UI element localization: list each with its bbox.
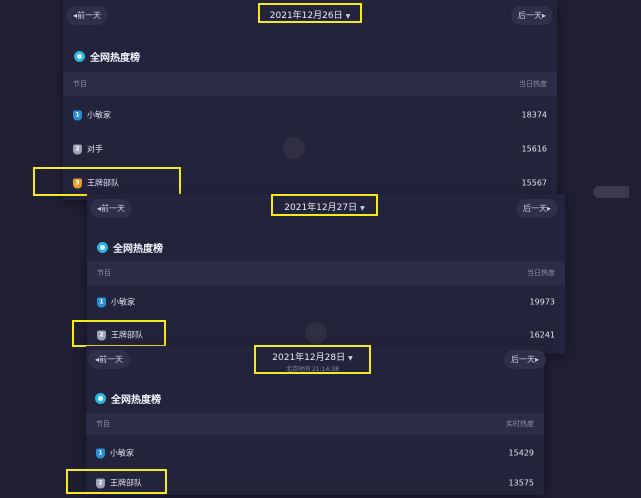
- ranking-title: 全网热度榜: [95, 391, 161, 406]
- highlight-frame: [33, 167, 181, 196]
- heat-value: 15567: [521, 178, 547, 188]
- heat-value: 15429: [508, 448, 534, 458]
- column-header-program: 节目: [96, 420, 110, 428]
- prev-day-button[interactable]: ◂前一天: [88, 350, 131, 369]
- highlight-frame: [72, 320, 166, 347]
- watermark-logo-icon: [283, 137, 305, 159]
- prev-day-button[interactable]: ◂前一天: [66, 6, 109, 25]
- highlight-frame: [66, 469, 167, 494]
- next-day-button[interactable]: 后一天▸: [511, 6, 554, 25]
- caret-down-icon: ▼: [348, 355, 353, 362]
- table-header: 节目 当日热度: [87, 261, 565, 285]
- caret-down-icon: ▼: [360, 205, 365, 212]
- heat-value: 13575: [508, 478, 534, 488]
- date-label: 2021年12月28日: [272, 353, 346, 363]
- prev-day-button[interactable]: ◂前一天: [90, 199, 133, 218]
- column-header-heat: 当日热度: [527, 269, 555, 277]
- next-day-button[interactable]: 后一天▸: [504, 350, 547, 369]
- column-header-program: 节目: [97, 269, 111, 277]
- ranking-title: 全网热度榜: [74, 49, 140, 64]
- program-name: 小敏家: [87, 110, 111, 120]
- column-header-heat: 当日热度: [519, 80, 547, 88]
- rank-1-badge-icon: 1: [96, 448, 105, 458]
- column-header-heat: 实时热度: [506, 420, 534, 428]
- ranking-title: 全网热度榜: [97, 240, 163, 255]
- heat-value: 15616: [521, 144, 547, 154]
- table-header: 节目 当日热度: [63, 72, 557, 96]
- table-row[interactable]: 1 小敏家 15429: [86, 438, 544, 468]
- date-selector[interactable]: 2021年12月27日 ▼: [271, 194, 378, 216]
- table-header: 节目 实时热度: [86, 413, 544, 435]
- program-name: 小敏家: [111, 297, 135, 307]
- rank-1-badge-icon: 1: [97, 297, 106, 307]
- date-label: 2021年12月27日: [284, 203, 358, 213]
- hot-list-icon: [97, 242, 108, 253]
- hot-list-icon: [95, 393, 106, 404]
- rank-2-badge-icon: 2: [73, 144, 82, 154]
- beijing-time-label: 北京时间 21:14:38: [286, 366, 339, 373]
- next-day-button[interactable]: 后一天▸: [516, 199, 559, 218]
- date-selector[interactable]: 2021年12月26日 ▼: [258, 3, 362, 23]
- heat-value: 18374: [521, 110, 547, 120]
- ranking-title-text: 全网热度榜: [113, 244, 163, 255]
- table-row[interactable]: 1 小敏家 19973: [87, 287, 565, 317]
- heat-value: 16241: [529, 330, 555, 340]
- ranking-title-text: 全网热度榜: [90, 53, 140, 64]
- watermark-logo-icon: [305, 322, 327, 344]
- ranking-title-text: 全网热度榜: [111, 395, 161, 406]
- table-row[interactable]: 2 对手 15616: [63, 134, 557, 164]
- column-header-program: 节目: [73, 80, 87, 88]
- date-label: 2021年12月26日: [269, 11, 343, 21]
- program-name: 小敏家: [110, 448, 134, 458]
- rank-1-badge-icon: 1: [73, 110, 82, 120]
- hot-list-icon: [74, 51, 85, 62]
- caret-down-icon: ▼: [345, 13, 351, 20]
- side-tab[interactable]: [593, 186, 629, 198]
- heat-value: 19973: [529, 297, 555, 307]
- date-selector[interactable]: 2021年12月28日 ▼ 北京时间 21:14:38: [254, 345, 371, 374]
- table-row[interactable]: 1 小敏家 18374: [63, 100, 557, 130]
- program-name: 对手: [87, 144, 103, 154]
